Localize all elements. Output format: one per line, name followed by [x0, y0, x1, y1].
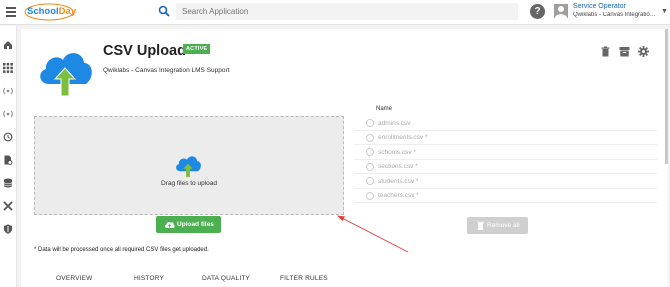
cloud-upload-icon — [40, 53, 92, 96]
file-row-sections[interactable]: sections.csv * — [354, 160, 657, 174]
tab-data-quality[interactable]: DATA QUALITY — [202, 275, 250, 282]
file-radio[interactable] — [366, 148, 374, 156]
archive-icon[interactable] — [619, 46, 630, 57]
file-name: students.csv * — [378, 177, 419, 185]
page-subtitle: Qwiklabs - Canvas Integration LMS Suppor… — [103, 67, 230, 74]
menu-icon[interactable] — [6, 7, 16, 17]
file-row-students[interactable]: students.csv * — [354, 174, 657, 189]
broadcast-icon[interactable] — [3, 86, 13, 96]
file-drop-zone[interactable]: Drag files to upload — [34, 116, 344, 215]
tools-icon[interactable] — [3, 201, 13, 211]
brand-name-part1: School — [27, 6, 59, 17]
search-input[interactable] — [176, 3, 518, 20]
delete-icon — [477, 221, 484, 230]
apps-grid-icon[interactable] — [3, 63, 13, 73]
file-row-admins[interactable]: admins.csv — [354, 116, 657, 131]
database-icon[interactable] — [3, 178, 13, 188]
avatar-icon[interactable] — [554, 4, 568, 18]
remove-all-button[interactable]: Remove all — [467, 217, 528, 234]
home-icon[interactable] — [3, 40, 13, 50]
tab-filter-rules[interactable]: FILTER RULES — [280, 275, 328, 282]
top-bar: SchoolDay ? Service Operator Qwiklabs - … — [0, 0, 670, 25]
document-settings-icon[interactable] — [3, 155, 13, 165]
file-radio[interactable] — [366, 119, 374, 127]
file-name: enrollments.csv * — [378, 134, 428, 141]
file-radio[interactable] — [366, 177, 374, 185]
file-row-teachers[interactable]: teachers.csv * — [354, 189, 657, 203]
file-list-header: Name — [376, 106, 393, 112]
file-row-enrollments[interactable]: enrollments.csv * — [354, 131, 657, 145]
cloud-upload-icon — [165, 221, 175, 228]
remove-all-label: Remove all — [487, 222, 520, 229]
user-org: Qwiklabs - Canvas Integration LMS Suppor… — [573, 12, 659, 18]
tab-history[interactable]: HISTORY — [134, 275, 164, 282]
file-name: sections.csv * — [378, 163, 418, 170]
brand-name-part2: Day — [58, 6, 77, 17]
file-name: admins.csv — [378, 119, 411, 127]
cloud-upload-icon — [176, 156, 201, 177]
drop-zone-text: Drag files to upload — [160, 180, 217, 187]
history-icon[interactable] — [3, 132, 13, 142]
processing-note: * Data will be processed once all requir… — [34, 247, 209, 253]
tab-overview[interactable]: OVERVIEW — [56, 275, 93, 282]
file-row-schools[interactable]: schools.csv * — [354, 145, 657, 160]
page-title: CSV Upload — [103, 43, 186, 59]
upload-files-label: Upload files — [177, 221, 214, 228]
file-radio[interactable] — [366, 191, 374, 200]
help-circle-icon[interactable]: ? — [530, 4, 545, 19]
search-icon[interactable] — [158, 5, 170, 17]
file-name: teachers.csv * — [378, 192, 419, 199]
left-nav — [0, 26, 17, 287]
delete-icon[interactable] — [600, 46, 611, 57]
file-name: schools.csv * — [378, 148, 416, 156]
file-list: admins.csv enrollments.csv * schools.csv… — [354, 116, 657, 203]
file-radio[interactable] — [366, 133, 374, 142]
scrollbar[interactable] — [665, 29, 668, 164]
shield-icon[interactable] — [3, 224, 13, 234]
file-radio[interactable] — [366, 162, 374, 171]
upload-files-button[interactable]: Upload files — [156, 216, 221, 233]
brand-logo[interactable]: SchoolDay — [27, 6, 76, 17]
status-badge: ACTIVE — [183, 44, 211, 54]
main-card: CSV Upload ACTIVE Qwiklabs - Canvas Inte… — [21, 29, 668, 287]
broadcast-alt-icon[interactable] — [3, 109, 13, 119]
chevron-down-icon[interactable]: ▼ — [661, 8, 668, 15]
user-name[interactable]: Service Operator — [573, 3, 626, 10]
tab-bar: OVERVIEW HISTORY DATA QUALITY FILTER RUL… — [21, 270, 668, 287]
settings-gear-icon[interactable] — [638, 46, 649, 57]
